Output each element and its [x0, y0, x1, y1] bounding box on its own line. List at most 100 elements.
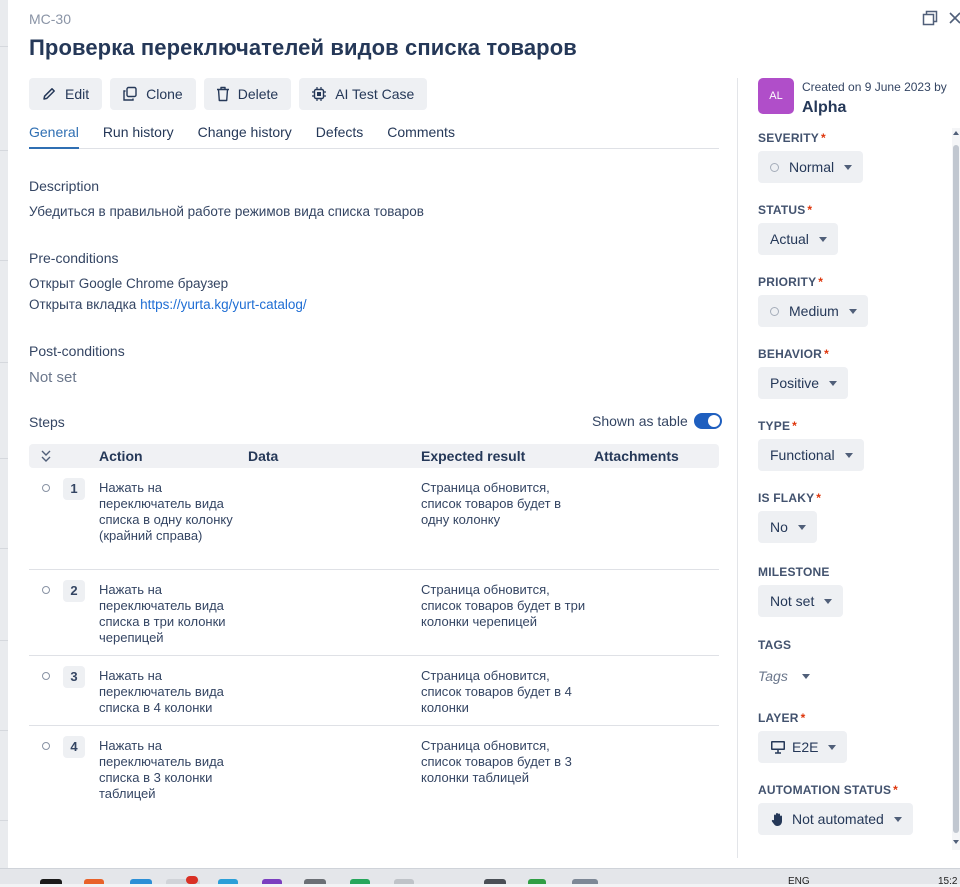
- step-select-radio[interactable]: [42, 586, 50, 594]
- caret-down-icon: [818, 236, 827, 242]
- close-icon[interactable]: [948, 10, 960, 26]
- type-label: TYPE *: [758, 419, 798, 433]
- delete-button-label: Delete: [237, 86, 279, 102]
- taskbar-app-icon[interactable]: [40, 879, 62, 884]
- automation-status-label: AUTOMATION STATUS *: [758, 783, 899, 797]
- hand-icon: [771, 813, 782, 826]
- step-action: Нажать на переключатель вида списка в 3 …: [99, 738, 224, 801]
- input-language[interactable]: ENG: [788, 876, 810, 887]
- preconditions-label: Pre-conditions: [29, 250, 119, 266]
- taskbar-app-icon[interactable]: [304, 879, 326, 884]
- tab-general[interactable]: General: [29, 124, 79, 149]
- step-expected-result: Страница обновится, список товаров будет…: [421, 738, 572, 785]
- severity-dropdown[interactable]: Normal: [758, 151, 864, 183]
- clone-button[interactable]: Clone: [110, 78, 196, 110]
- caret-down-icon: [801, 673, 810, 679]
- taskbar-app-icon[interactable]: [262, 879, 282, 884]
- step-expected-result: Страница обновится, список товаров будет…: [421, 480, 562, 527]
- behavior-dropdown[interactable]: Positive: [758, 367, 849, 399]
- shown-as-table-label: Shown as table: [592, 413, 688, 429]
- step-select-radio[interactable]: [42, 672, 50, 680]
- toolbar: Edit Clone Delete AI Test Case: [29, 78, 428, 110]
- status-label: STATUS *: [758, 203, 813, 217]
- priority-value: Medium: [789, 303, 839, 319]
- monitor-icon: [771, 741, 785, 754]
- type-dropdown[interactable]: Functional: [758, 439, 864, 471]
- is-flaky-value: No: [770, 519, 788, 535]
- tab-bar: General Run history Change history Defec…: [29, 124, 719, 149]
- ai-test-case-button-label: AI Test Case: [335, 86, 415, 102]
- table-row[interactable]: 1 Нажать на переключатель вида списка в …: [29, 474, 719, 570]
- collapse-all-icon[interactable]: [40, 449, 52, 463]
- taskbar-app-icon[interactable]: [484, 879, 506, 884]
- type-value: Functional: [770, 447, 835, 463]
- table-view-switch[interactable]: [693, 413, 722, 429]
- shown-as-table-toggle[interactable]: Shown as table: [592, 413, 722, 429]
- tags-selector[interactable]: Tags: [758, 668, 810, 684]
- tab-comments[interactable]: Comments: [387, 124, 455, 148]
- severity-value: Normal: [789, 159, 835, 175]
- caret-down-icon: [797, 524, 806, 530]
- step-select-radio[interactable]: [42, 484, 50, 492]
- taskbar-app-icon[interactable]: [572, 879, 598, 884]
- taskbar-app-icon[interactable]: [130, 879, 152, 884]
- severity-label: SEVERITY *: [758, 131, 826, 145]
- milestone-dropdown[interactable]: Not set: [758, 585, 844, 617]
- author-name[interactable]: Alpha: [802, 99, 846, 117]
- step-action: Нажать на переключатель вида списка в од…: [99, 480, 233, 543]
- priority-dropdown[interactable]: Medium: [758, 295, 868, 327]
- taskbar-app-icon[interactable]: [528, 879, 546, 884]
- table-row[interactable]: 4 Нажать на переключатель вида списка в …: [29, 732, 719, 812]
- edit-button[interactable]: Edit: [29, 78, 103, 110]
- restore-window-icon[interactable]: [922, 10, 938, 26]
- column-header-expected-result: Expected result: [421, 448, 526, 464]
- priority-circle-icon: [770, 306, 779, 316]
- ai-test-case-button[interactable]: AI Test Case: [299, 78, 428, 110]
- taskbar-app-icon[interactable]: [84, 879, 104, 884]
- page-title: Проверка переключателей видов списка тов…: [29, 35, 577, 60]
- description-text: Убедиться в правильной работе режимов ви…: [29, 204, 424, 219]
- catalog-link[interactable]: https://yurta.kg/yurt-catalog/: [140, 297, 307, 312]
- delete-button[interactable]: Delete: [203, 78, 292, 110]
- clock[interactable]: 15:2: [938, 876, 957, 887]
- avatar: AL: [758, 78, 794, 114]
- taskbar-app-icon[interactable]: [394, 879, 414, 884]
- clone-button-label: Clone: [146, 86, 183, 102]
- step-number: 3: [63, 666, 85, 688]
- step-number: 2: [63, 580, 85, 602]
- severity-circle-icon: [770, 162, 779, 172]
- behavior-value: Positive: [770, 375, 820, 391]
- steps-table-header: Action Data Expected result Attachments: [29, 444, 719, 468]
- caret-down-icon: [828, 744, 837, 750]
- is-flaky-label: IS FLAKY *: [758, 491, 822, 505]
- step-select-radio[interactable]: [42, 742, 50, 750]
- table-row[interactable]: 2 Нажать на переключатель вида списка в …: [29, 576, 719, 656]
- sidebar-scrollbar-thumb[interactable]: [953, 145, 959, 833]
- layer-value: E2E: [792, 739, 819, 755]
- caret-down-icon: [829, 380, 838, 386]
- step-expected-result: Страница обновится, список товаров будет…: [421, 668, 572, 715]
- layer-dropdown[interactable]: E2E: [758, 731, 848, 763]
- is-flaky-dropdown[interactable]: No: [758, 511, 817, 543]
- tab-defects[interactable]: Defects: [316, 124, 363, 148]
- priority-label: PRIORITY *: [758, 275, 824, 289]
- automation-status-dropdown[interactable]: Not automated: [758, 803, 913, 835]
- caret-down-icon: [893, 816, 902, 822]
- scroll-up-arrow-icon[interactable]: [953, 131, 959, 135]
- caret-down-icon: [844, 164, 853, 170]
- window-controls: [922, 10, 960, 26]
- scroll-down-arrow-icon[interactable]: [953, 840, 959, 844]
- caret-down-icon: [848, 308, 857, 314]
- tab-run-history[interactable]: Run history: [103, 124, 174, 148]
- caret-down-icon: [844, 452, 853, 458]
- status-dropdown[interactable]: Actual: [758, 223, 838, 255]
- taskbar-app-icon[interactable]: [218, 879, 238, 884]
- column-header-attachments: Attachments: [594, 448, 679, 464]
- column-header-action: Action: [99, 448, 143, 464]
- taskbar-app-icon[interactable]: [350, 879, 370, 884]
- step-number: 4: [63, 736, 85, 758]
- tab-change-history[interactable]: Change history: [198, 124, 292, 148]
- preconditions-line-2: Открыта вкладка https://yurta.kg/yurt-ca…: [29, 297, 307, 312]
- tags-placeholder: Tags: [758, 668, 788, 684]
- table-row[interactable]: 3 Нажать на переключатель вида списка в …: [29, 662, 719, 726]
